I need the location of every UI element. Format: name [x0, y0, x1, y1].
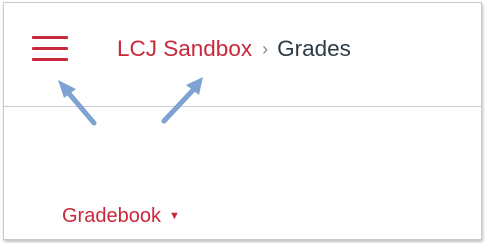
- gradebook-menu-button[interactable]: Gradebook ▼: [62, 205, 180, 228]
- page-frame: LCJ Sandbox › Grades Gradebook ▼: [3, 2, 482, 240]
- gradebook-label: Gradebook: [62, 205, 161, 227]
- breadcrumb-current-page: Grades: [277, 36, 351, 61]
- breadcrumb-course-link[interactable]: LCJ Sandbox: [117, 32, 252, 66]
- menu-bar-middle: [32, 47, 68, 50]
- hamburger-menu-icon[interactable]: [28, 32, 74, 66]
- breadcrumb-separator: ›: [262, 39, 269, 59]
- menu-bar-top: [32, 36, 68, 39]
- breadcrumb: LCJ Sandbox › Grades: [117, 32, 351, 66]
- caret-down-icon: ▼: [168, 210, 180, 222]
- menu-bar-bottom: [32, 58, 68, 61]
- header-divider: [4, 106, 481, 107]
